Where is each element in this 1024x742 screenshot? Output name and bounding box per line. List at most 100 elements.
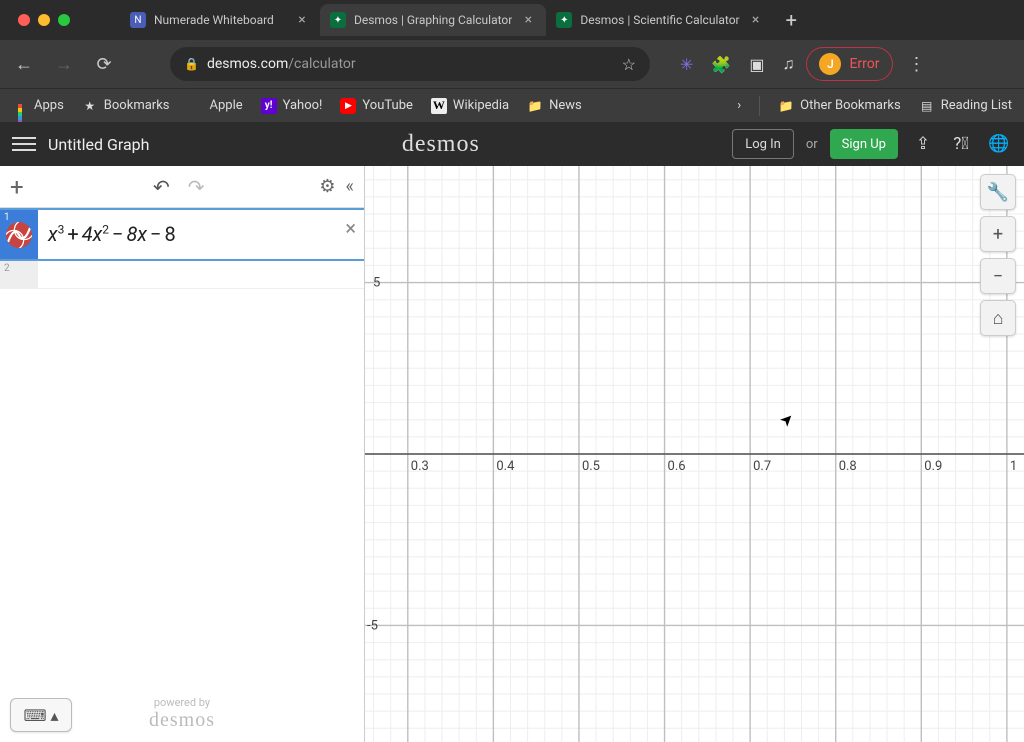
favicon-desmos: ✦ [556,12,572,28]
or-text: or [806,137,818,152]
svg-text:0.6: 0.6 [668,459,686,474]
bookmark-wikipedia[interactable]: WWikipedia [431,98,509,114]
browser-menu-button[interactable]: ⋮ [905,54,929,75]
yahoo-icon: y! [261,98,277,114]
profile-status: Error [849,56,879,72]
tab-label: Numerade Whiteboard [154,13,286,27]
close-tab-icon[interactable]: × [294,12,310,28]
extension-icon[interactable]: ✳ [680,55,693,74]
bookmark-yahoo[interactable]: y! Yahoo! [261,98,323,114]
settings-icon[interactable]: ⚙ [319,176,335,197]
bookmark-youtube[interactable]: ▶YouTube [340,98,413,114]
powered-by: powered by desmos [149,696,215,732]
panel-toolbar: + ↶ ↷ ⚙ « [0,166,364,208]
keypad-button[interactable]: ⌨ ▴ [10,698,72,732]
back-button[interactable]: ← [10,50,38,78]
delete-expression-icon[interactable]: × [345,216,356,240]
browser-toolbar: ← → ⟳ 🔒 desmos.com/calculator ☆ ✳ 🧩 ▣ ♫ … [0,40,1024,88]
bookmark-label: Other Bookmarks [800,98,901,113]
bookmark-news[interactable]: 📁News [527,98,582,114]
bookmark-label: YouTube [362,98,413,113]
zoom-in-button[interactable]: + [980,216,1016,252]
lock-icon: 🔒 [184,57,199,71]
wrench-icon[interactable]: 🔧 [980,174,1016,210]
bookmarks-bar: Apps ★Bookmarks Apple y!Yahoo! ▶YouTube … [0,88,1024,122]
bookmark-label: Apps [34,98,64,113]
bookmark-bookmarks[interactable]: ★ Bookmarks [82,98,170,114]
tab-numerade[interactable]: N Numerade Whiteboard × [120,4,320,36]
reading-list[interactable]: ▤Reading List [919,98,1012,114]
svg-text:0.4: 0.4 [496,459,515,474]
zoom-out-button[interactable]: − [980,258,1016,294]
redo-button[interactable]: ↷ [188,175,205,199]
bookmark-apple[interactable]: Apple [188,98,243,114]
close-window-button[interactable] [18,14,30,26]
login-button[interactable]: Log In [732,129,794,159]
star-icon: ★ [82,98,98,114]
expression-panel: + ↶ ↷ ⚙ « 1 x3+4x2−8x−8 × [0,166,365,742]
avatar: J [819,53,841,75]
address-bar[interactable]: 🔒 desmos.com/calculator ☆ [170,47,650,81]
expression-index: 2 [0,261,38,288]
expression-color-icon[interactable] [6,222,32,248]
powered-by-brand: desmos [149,709,215,732]
expression-input[interactable]: x3+4x2−8x−8 [38,210,364,259]
tab-strip: N Numerade Whiteboard × ✦ Desmos | Graph… [0,0,1024,40]
bookmark-label: Yahoo! [283,98,323,113]
minimize-window-button[interactable] [38,14,50,26]
language-icon[interactable]: 🌐 [986,134,1012,154]
cast-icon[interactable]: ▣ [749,55,764,74]
bookmark-label: News [549,98,582,113]
share-icon[interactable]: ⇪ [910,134,936,154]
graph-controls: 🔧 + − ⌂ [980,174,1016,336]
desmos-logo: desmos [161,131,720,158]
bookmark-label: Reading List [941,98,1012,113]
favicon-desmos: ✦ [330,12,346,28]
url-path: /calculator [288,56,355,72]
bookmark-apps[interactable]: Apps [12,98,64,114]
url-text: desmos.com/calculator [207,56,614,72]
graph-area[interactable]: 0.30.40.50.60.70.80.915-5 🔧 + − ⌂ ➤ [365,166,1024,742]
expression-index[interactable]: 1 [0,210,38,259]
media-icon[interactable]: ♫ [782,54,794,74]
add-expression-button[interactable]: + [10,173,38,201]
svg-text:5: 5 [373,276,380,291]
bookmark-star-icon[interactable]: ☆ [622,55,636,74]
svg-text:0.3: 0.3 [411,459,429,474]
tab-label: Desmos | Scientific Calculator [580,13,739,27]
maximize-window-button[interactable] [58,14,70,26]
bookmark-label: Bookmarks [104,98,170,113]
apple-icon [188,98,204,114]
expression-row-2[interactable]: 2 [0,261,364,289]
panel-footer: ⌨ ▴ powered by desmos [10,696,354,732]
new-tab-button[interactable]: + [774,8,809,32]
tab-label: Desmos | Graphing Calculator [354,13,512,27]
graph-canvas[interactable]: 0.30.40.50.60.70.80.915-5 [365,166,1024,742]
expression-row-1[interactable]: 1 x3+4x2−8x−8 × [0,208,364,261]
extensions-puzzle-icon[interactable]: 🧩 [711,55,731,74]
profile-button[interactable]: J Error [806,47,892,81]
tab-desmos-scientific[interactable]: ✦ Desmos | Scientific Calculator × [546,4,773,36]
svg-text:0.5: 0.5 [582,459,600,474]
other-bookmarks[interactable]: 📁 Other Bookmarks [778,98,901,114]
home-button[interactable]: ⌂ [980,300,1016,336]
tab-desmos-graphing[interactable]: ✦ Desmos | Graphing Calculator × [320,4,546,36]
close-tab-icon[interactable]: × [520,12,536,28]
signup-button[interactable]: Sign Up [830,129,898,159]
help-icon[interactable]: ?⃝ [948,134,974,154]
undo-button[interactable]: ↶ [153,175,170,199]
wikipedia-icon: W [431,98,447,114]
forward-button[interactable]: → [50,50,78,78]
extensions-area: ✳ 🧩 ▣ ♫ [680,54,794,74]
chevron-right-icon[interactable]: › [737,98,741,113]
close-tab-icon[interactable]: × [748,12,764,28]
collapse-panel-icon[interactable]: « [346,176,354,197]
svg-text:0.9: 0.9 [924,459,942,474]
reload-button[interactable]: ⟳ [90,50,118,78]
folder-icon: 📁 [778,98,794,114]
graph-title[interactable]: Untitled Graph [48,135,149,154]
menu-button[interactable] [12,132,36,156]
desmos-header: Untitled Graph desmos Log In or Sign Up … [0,122,1024,166]
svg-text:0.7: 0.7 [753,459,771,474]
index-number: 2 [4,263,10,274]
